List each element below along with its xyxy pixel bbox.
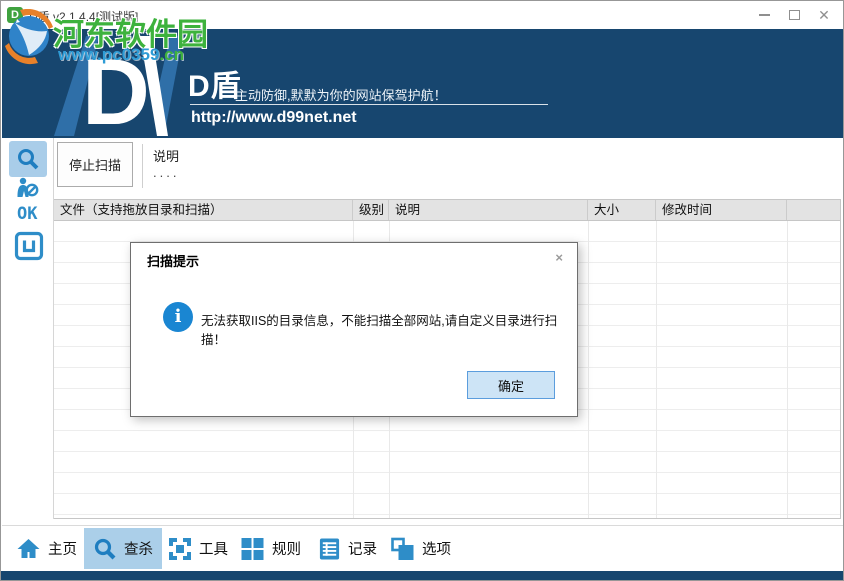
product-name: D盾 bbox=[188, 61, 242, 105]
nav-label: 工具 bbox=[199, 538, 228, 559]
nav-item-options[interactable]: 选项 bbox=[381, 528, 460, 569]
stop-scan-button[interactable]: 停止扫描 bbox=[57, 142, 133, 187]
nav-label: 主页 bbox=[48, 538, 77, 559]
dialog-close-button[interactable]: × bbox=[555, 250, 563, 265]
app-icon: D bbox=[7, 7, 23, 23]
dialog-ok-button[interactable]: 确定 bbox=[467, 371, 555, 399]
sidebar-item-quarantine[interactable] bbox=[14, 231, 44, 266]
nav-label: 查杀 bbox=[124, 538, 153, 559]
column-header-file[interactable]: 文件（支持拖放目录和扫描） bbox=[54, 200, 353, 220]
dialog-message: 无法获取IIS的目录信息，不能扫描全部网站,请自定义目录进行扫描！ bbox=[201, 310, 561, 348]
column-header-modified[interactable]: 修改时间 bbox=[656, 200, 787, 220]
scan-alert-dialog: 扫描提示 × i 无法获取IIS的目录信息，不能扫描全部网站,请自定义目录进行扫… bbox=[130, 242, 578, 417]
nav-item-home[interactable]: 主页 bbox=[7, 528, 86, 569]
minimize-icon bbox=[759, 14, 770, 16]
scan-note-body: .... bbox=[153, 165, 179, 180]
column-header-extra[interactable] bbox=[787, 200, 840, 220]
column-header-description[interactable]: 说明 bbox=[389, 200, 588, 220]
banner-tagline: 主动防御,默默为你的网站保驾护航！ bbox=[235, 85, 447, 104]
table-right-border bbox=[840, 199, 841, 519]
app-window: D D盾 v2.1.4.4[测试版] ✕ D D盾 主动防御,默默为你的网站保驾… bbox=[0, 0, 844, 581]
banner: D D盾 主动防御,默默为你的网站保驾护航！ http://www.d99net… bbox=[2, 29, 844, 138]
column-header-level[interactable]: 级别 bbox=[353, 200, 389, 220]
nav-item-rules[interactable]: 规则 bbox=[231, 528, 310, 569]
nav-label: 规则 bbox=[272, 538, 301, 559]
close-button[interactable]: ✕ bbox=[809, 1, 839, 29]
nav-item-scan[interactable]: 查杀 bbox=[84, 528, 162, 569]
scan-note-title: 说明 bbox=[153, 146, 179, 165]
records-icon bbox=[318, 537, 341, 561]
nav-item-records[interactable]: 记录 bbox=[309, 528, 386, 569]
column-header-size[interactable]: 大小 bbox=[588, 200, 656, 220]
table-bottom-border bbox=[54, 518, 840, 519]
nav-label: 记录 bbox=[348, 538, 377, 559]
minimize-button[interactable] bbox=[749, 1, 779, 29]
rules-icon bbox=[240, 537, 265, 561]
grid-line bbox=[656, 221, 657, 518]
toolbar-divider bbox=[142, 144, 143, 188]
bottom-separator bbox=[2, 525, 844, 526]
scan-icon bbox=[93, 537, 117, 561]
dv-logo: D bbox=[52, 32, 184, 136]
nav-label: 选项 bbox=[422, 538, 451, 559]
sidebar-item-ok[interactable]: OK bbox=[17, 204, 37, 224]
bottom-accent-bar bbox=[1, 571, 844, 581]
info-icon: i bbox=[163, 302, 193, 332]
dialog-title: 扫描提示 bbox=[147, 251, 199, 270]
window-controls: ✕ bbox=[749, 1, 839, 29]
close-icon: ✕ bbox=[818, 8, 830, 22]
search-icon bbox=[16, 147, 40, 171]
window-title: D盾 v2.1.4.4[测试版] bbox=[29, 8, 138, 25]
options-icon bbox=[390, 537, 415, 561]
tools-icon bbox=[168, 537, 192, 561]
maximize-button[interactable] bbox=[779, 1, 809, 29]
banner-divider bbox=[190, 104, 548, 105]
file-table-header: 文件（支持拖放目录和扫描） 级别 说明 大小 修改时间 bbox=[54, 199, 840, 221]
grid-line bbox=[787, 221, 788, 518]
title-bar: D D盾 v2.1.4.4[测试版] ✕ bbox=[1, 1, 843, 29]
person-block-icon bbox=[14, 177, 40, 199]
grid-line bbox=[588, 221, 589, 518]
nav-item-tools[interactable]: 工具 bbox=[159, 528, 237, 569]
banner-url: http://www.d99net.net bbox=[191, 109, 357, 127]
u-box-icon bbox=[14, 231, 44, 261]
home-icon bbox=[16, 537, 41, 561]
maximize-icon bbox=[789, 10, 800, 20]
sidebar-item-scan[interactable] bbox=[9, 141, 47, 177]
sidebar-item-block[interactable] bbox=[14, 177, 40, 204]
logo-letter: D bbox=[82, 39, 150, 136]
